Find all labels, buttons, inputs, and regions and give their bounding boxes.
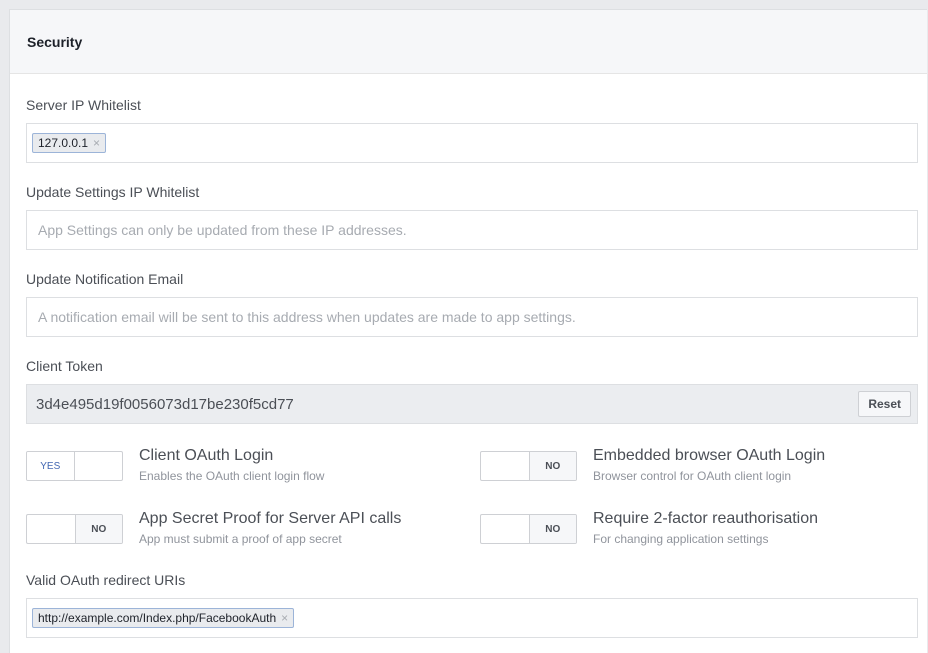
embedded-browser-oauth-login-switch[interactable]: NO [480, 451, 577, 481]
server-ip-whitelist-label: Server IP Whitelist [26, 97, 141, 113]
client-token-label: Client Token [26, 358, 103, 374]
update-settings-ip-whitelist-placeholder: App Settings can only be updated from th… [38, 222, 407, 238]
app-secret-proof-title: App Secret Proof for Server API calls [139, 510, 402, 527]
valid-oauth-redirect-uris-input[interactable]: http://example.com/Index.php/FacebookAut… [26, 598, 918, 638]
update-notification-email-input[interactable]: A notification email will be sent to thi… [26, 297, 918, 337]
toggle-require-2fa-reauth: NO Require 2-factor reauthorisation For … [480, 510, 818, 547]
remove-token-icon[interactable]: × [93, 136, 100, 150]
switch-empty-half [75, 452, 123, 480]
client-token-field: 3d4e495d19f0056073d17be230f5cd77 Reset [26, 384, 918, 424]
client-oauth-login-title: Client OAuth Login [139, 447, 274, 464]
client-oauth-login-description: Enables the OAuth client login flow [139, 469, 325, 483]
require-2fa-reauth-description: For changing application settings [593, 532, 769, 546]
update-settings-ip-whitelist-input[interactable]: App Settings can only be updated from th… [26, 210, 918, 250]
toggle-embedded-browser-oauth-login: NO Embedded browser OAuth Login Browser … [480, 447, 825, 484]
require-2fa-reauth-switch[interactable]: NO [480, 514, 577, 544]
switch-yes-label: YES [27, 452, 75, 480]
switch-no-label: NO [74, 515, 122, 543]
reset-button[interactable]: Reset [858, 391, 911, 417]
ip-token-label: 127.0.0.1 [38, 136, 89, 150]
panel-title: Security [10, 10, 927, 74]
update-notification-email-label: Update Notification Email [26, 271, 184, 287]
toggle-app-secret-proof: NO App Secret Proof for Server API calls… [26, 510, 401, 547]
app-secret-proof-switch[interactable]: NO [26, 514, 123, 544]
app-secret-proof-description: App must submit a proof of app secret [139, 532, 342, 546]
embedded-browser-oauth-login-description: Browser control for OAuth client login [593, 469, 792, 483]
client-oauth-login-switch[interactable]: YES [26, 451, 123, 481]
switch-empty-half [27, 515, 75, 543]
switch-empty-half [481, 452, 529, 480]
ip-token: 127.0.0.1 × [32, 133, 107, 153]
security-panel: Security Server IP Whitelist 127.0.0.1 ×… [9, 9, 927, 653]
redirect-uri-token-label: http://example.com/Index.php/FacebookAut… [38, 611, 277, 625]
update-settings-ip-whitelist-label: Update Settings IP Whitelist [26, 184, 200, 200]
embedded-browser-oauth-login-title: Embedded browser OAuth Login [593, 447, 826, 464]
update-notification-email-placeholder: A notification email will be sent to thi… [38, 309, 576, 325]
valid-oauth-redirect-uris-label: Valid OAuth redirect URIs [26, 572, 186, 588]
switch-no-label: NO [528, 515, 576, 543]
server-ip-whitelist-input[interactable]: 127.0.0.1 × [26, 123, 918, 163]
require-2fa-reauth-title: Require 2-factor reauthorisation [593, 510, 819, 527]
remove-token-icon[interactable]: × [281, 611, 288, 625]
switch-empty-half [481, 515, 529, 543]
toggle-client-oauth-login: YES Client OAuth Login Enables the OAuth… [26, 447, 325, 484]
client-token-value: 3d4e495d19f0056073d17be230f5cd77 [36, 395, 294, 413]
redirect-uri-token: http://example.com/Index.php/FacebookAut… [32, 608, 295, 628]
switch-no-label: NO [528, 452, 576, 480]
